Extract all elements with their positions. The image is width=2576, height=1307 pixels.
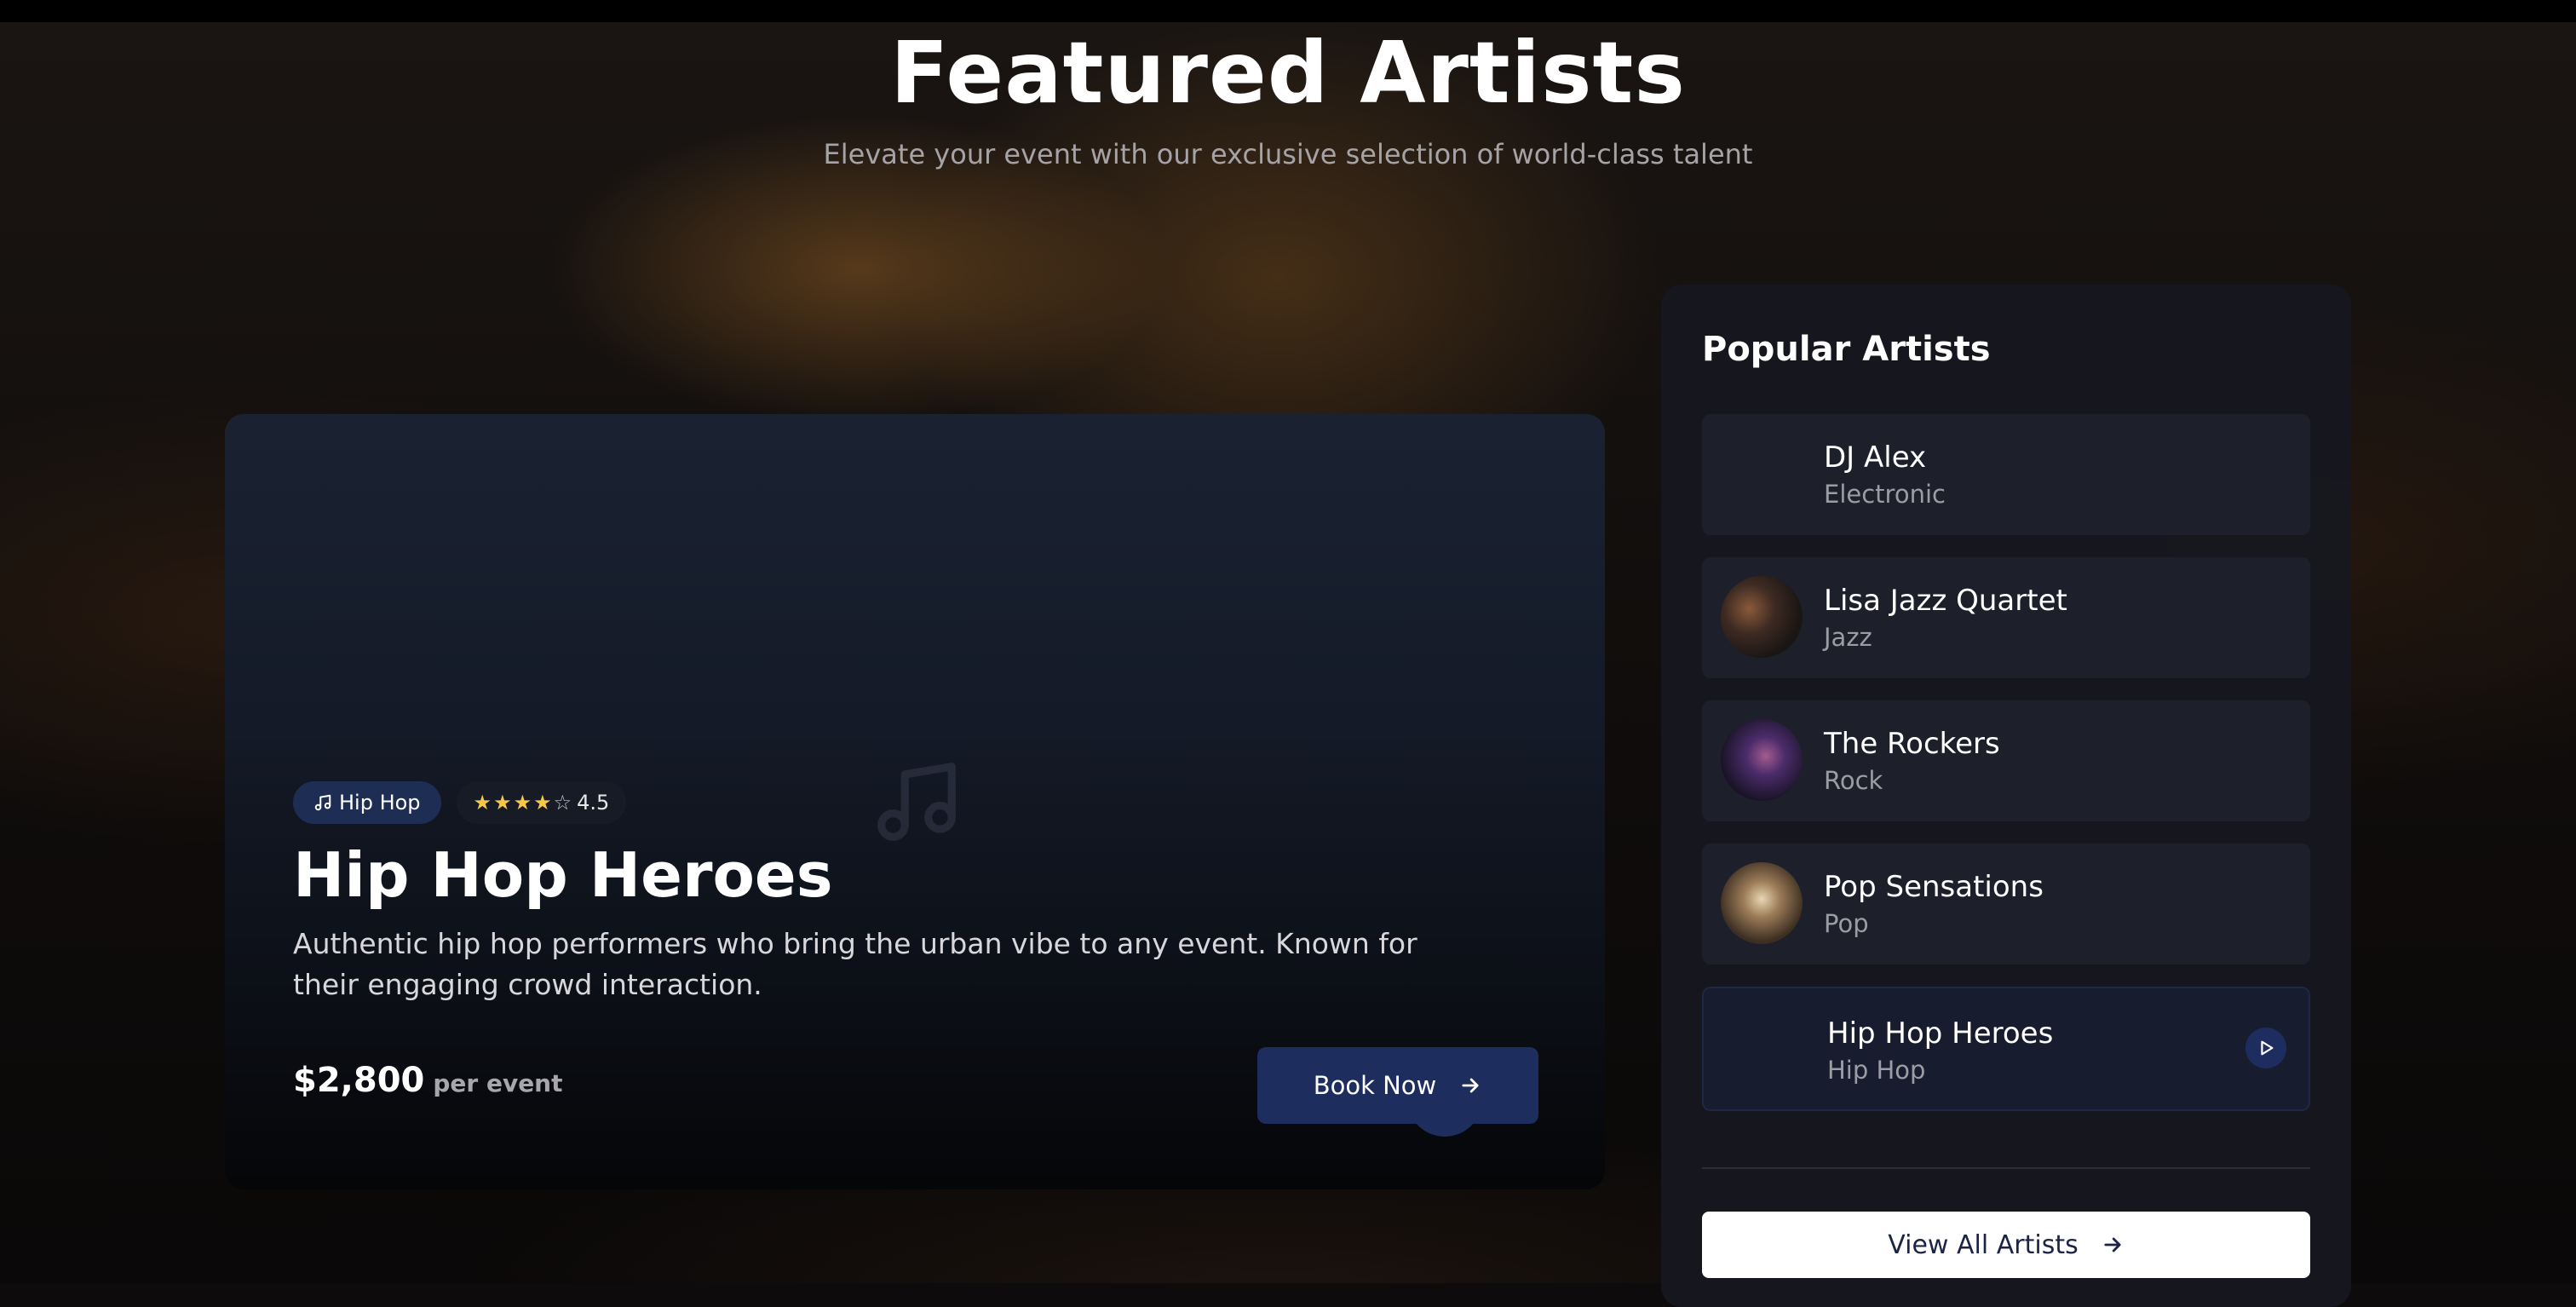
- artist-avatar: [1721, 576, 1803, 658]
- popular-artist-item[interactable]: DJ Alex Electronic: [1702, 414, 2310, 535]
- star-filled-icon: ★: [473, 791, 492, 815]
- popular-artist-genre: Pop: [1824, 909, 1869, 938]
- rating-badge: ★ ★ ★ ★ ☆ 4.5: [456, 781, 627, 824]
- top-bar: [0, 0, 2576, 22]
- star-empty-icon: ☆: [553, 791, 572, 815]
- popular-artist-name: DJ Alex: [1824, 440, 1927, 475]
- featured-artist-name: Hip Hop Heroes: [293, 839, 833, 911]
- featured-price: $2,800 per event: [293, 1061, 563, 1100]
- price-amount: $2,800: [293, 1061, 425, 1100]
- popular-artist-genre: Electronic: [1824, 480, 1946, 509]
- popular-artists-title: Popular Artists: [1702, 330, 1991, 369]
- panel-divider: [1702, 1167, 2310, 1169]
- price-unit: per event: [433, 1069, 563, 1097]
- page-title: Featured Artists: [890, 23, 1686, 123]
- music-note-icon: [314, 794, 331, 811]
- star-filled-icon: ★: [513, 791, 532, 815]
- popular-artist-name: The Rockers: [1824, 727, 2000, 761]
- artist-avatar: [1721, 719, 1803, 801]
- popular-artist-name: Lisa Jazz Quartet: [1824, 584, 2067, 618]
- view-all-label: View All Artists: [1888, 1229, 2079, 1260]
- artist-avatar: [1721, 862, 1803, 944]
- popular-artist-item[interactable]: Lisa Jazz Quartet Jazz: [1702, 557, 2310, 678]
- rating-value: 4.5: [577, 791, 610, 815]
- popular-artist-item[interactable]: Pop Sensations Pop: [1702, 844, 2310, 964]
- genre-badge: Hip Hop: [293, 781, 441, 824]
- featured-chips: Hip Hop ★ ★ ★ ★ ☆ 4.5: [293, 781, 627, 824]
- music-note-watermark-icon: [877, 763, 956, 841]
- book-now-label: Book Now: [1313, 1071, 1437, 1100]
- star-filled-icon: ★: [533, 791, 552, 815]
- genre-badge-label: Hip Hop: [339, 791, 421, 815]
- popular-artist-item[interactable]: The Rockers Rock: [1702, 700, 2310, 821]
- page-subtitle: Elevate your event with our exclusive se…: [823, 138, 1753, 170]
- popular-artist-name: Pop Sensations: [1824, 870, 2044, 904]
- popular-artist-genre: Rock: [1824, 766, 1883, 795]
- popular-artist-name: Hip Hop Heroes: [1827, 1016, 2054, 1051]
- play-button[interactable]: [2245, 1028, 2286, 1068]
- view-all-artists-button[interactable]: View All Artists: [1702, 1212, 2310, 1278]
- popular-artist-genre: Jazz: [1824, 623, 1872, 652]
- star-filled-icon: ★: [493, 791, 512, 815]
- play-icon: [2261, 1040, 2274, 1056]
- popular-artist-genre: Hip Hop: [1827, 1056, 1926, 1085]
- featured-artist-description: Authentic hip hop performers who bring t…: [293, 927, 1417, 1001]
- book-now-button[interactable]: Book Now: [1257, 1047, 1538, 1124]
- arrow-right-icon: [1462, 1078, 1479, 1093]
- popular-artist-item-active[interactable]: Hip Hop Heroes Hip Hop: [1702, 987, 2310, 1111]
- star-rating: ★ ★ ★ ★ ☆: [474, 792, 572, 813]
- arrow-right-icon: [2104, 1237, 2121, 1252]
